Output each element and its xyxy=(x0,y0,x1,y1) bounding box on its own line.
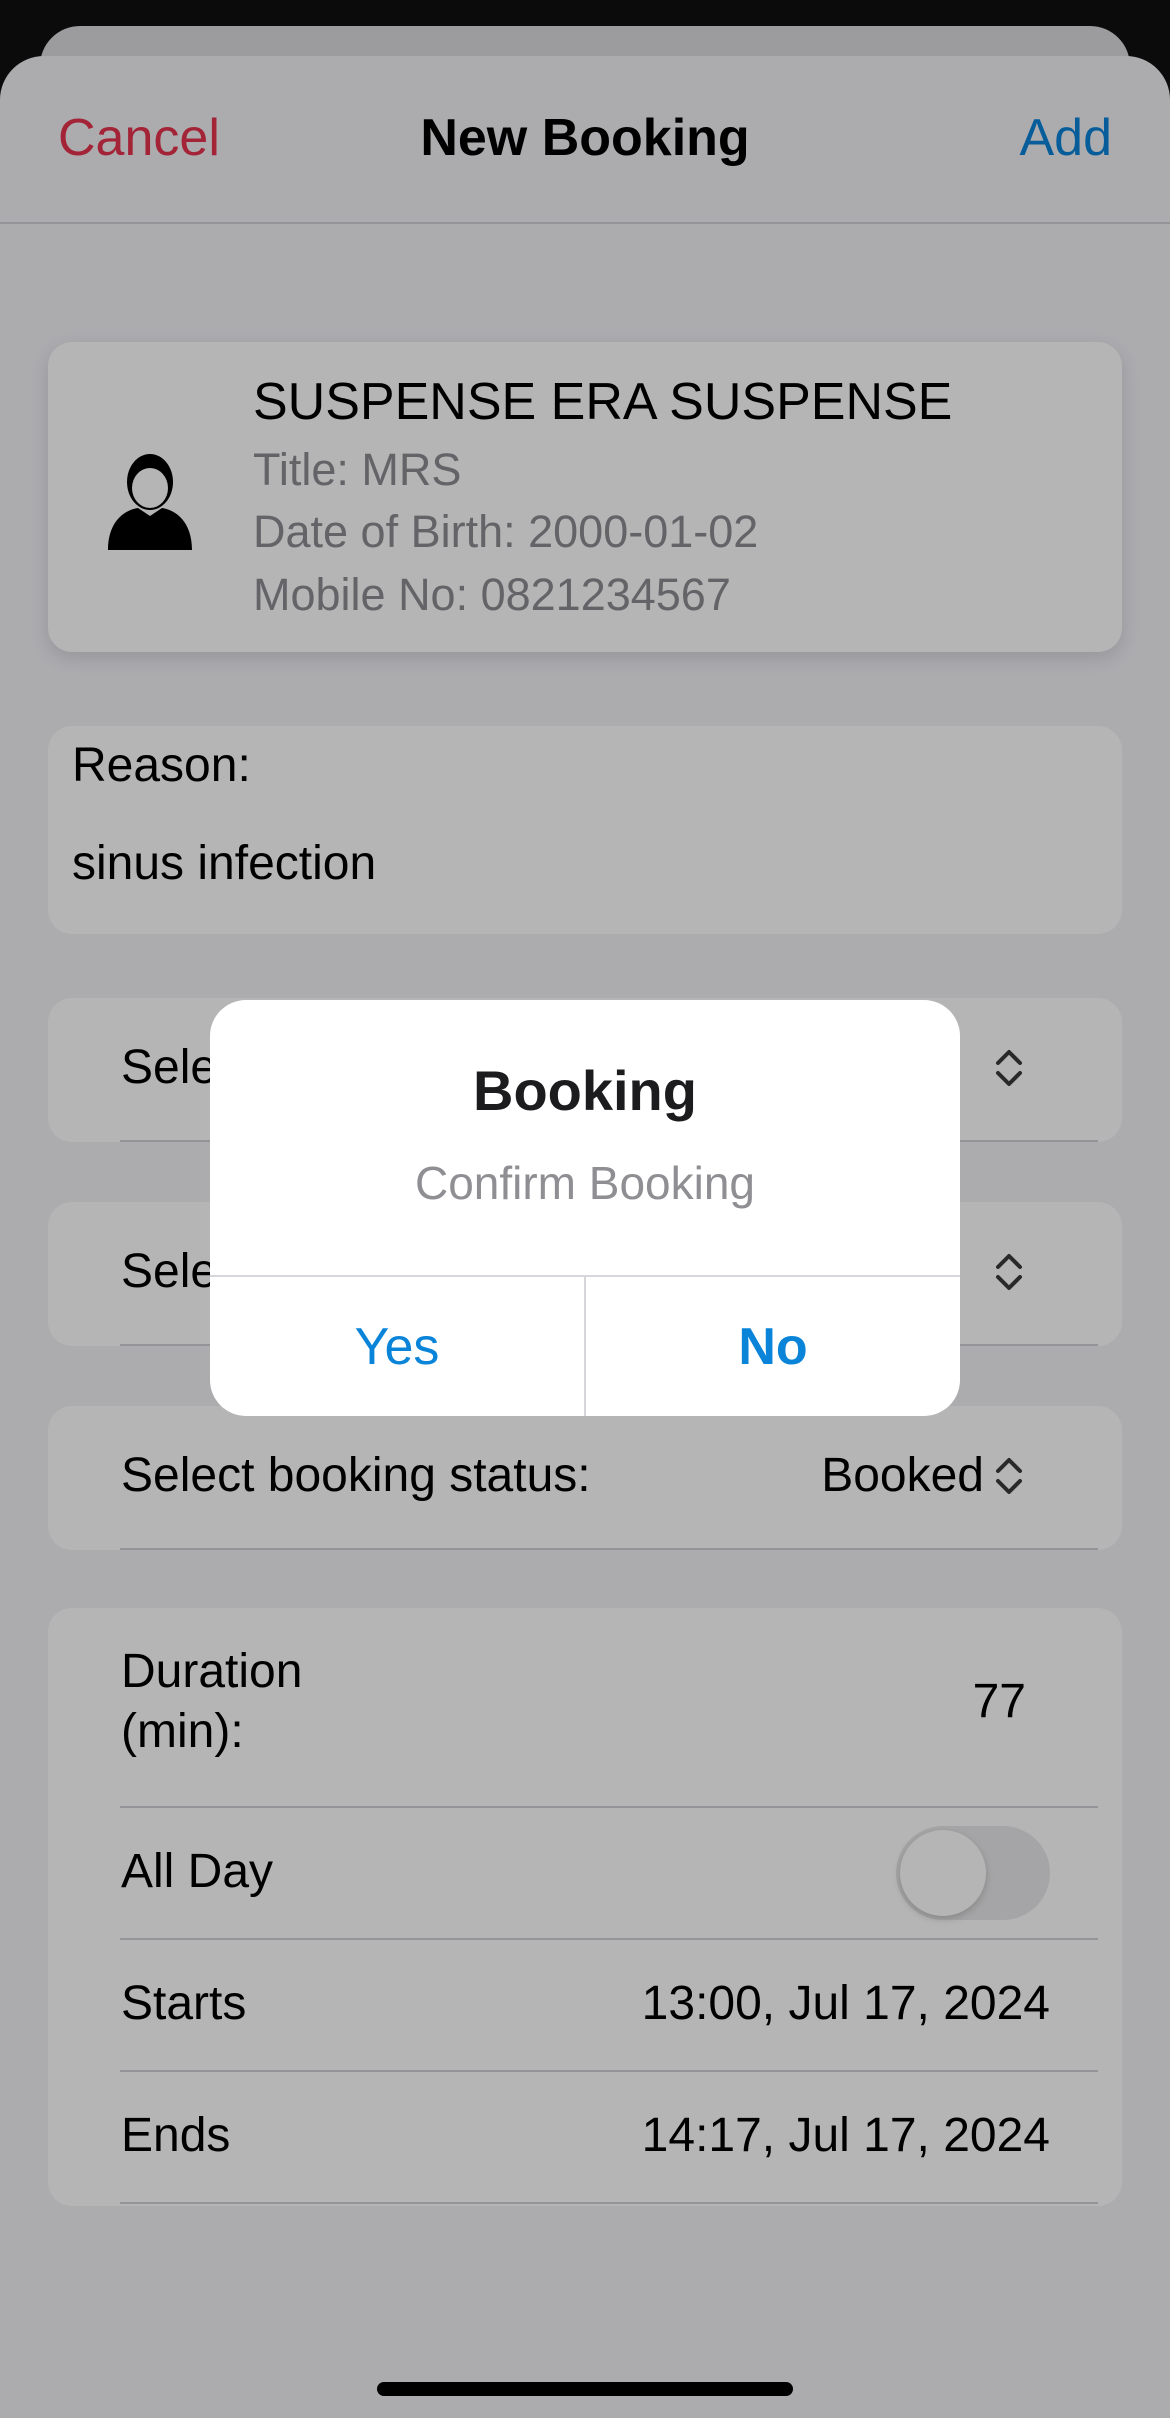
alert-title: Booking xyxy=(473,1059,697,1122)
no-button[interactable]: No xyxy=(586,1277,960,1416)
alert-message: Confirm Booking xyxy=(414,1157,756,1209)
yes-button[interactable]: Yes xyxy=(210,1277,584,1416)
home-indicator xyxy=(377,2382,793,2396)
new-booking-sheet: Cancel New Booking Add SUSPENSE ERA SUSP… xyxy=(0,56,1170,2418)
confirm-booking-alert: Booking Confirm Booking Yes No xyxy=(210,1000,960,1416)
